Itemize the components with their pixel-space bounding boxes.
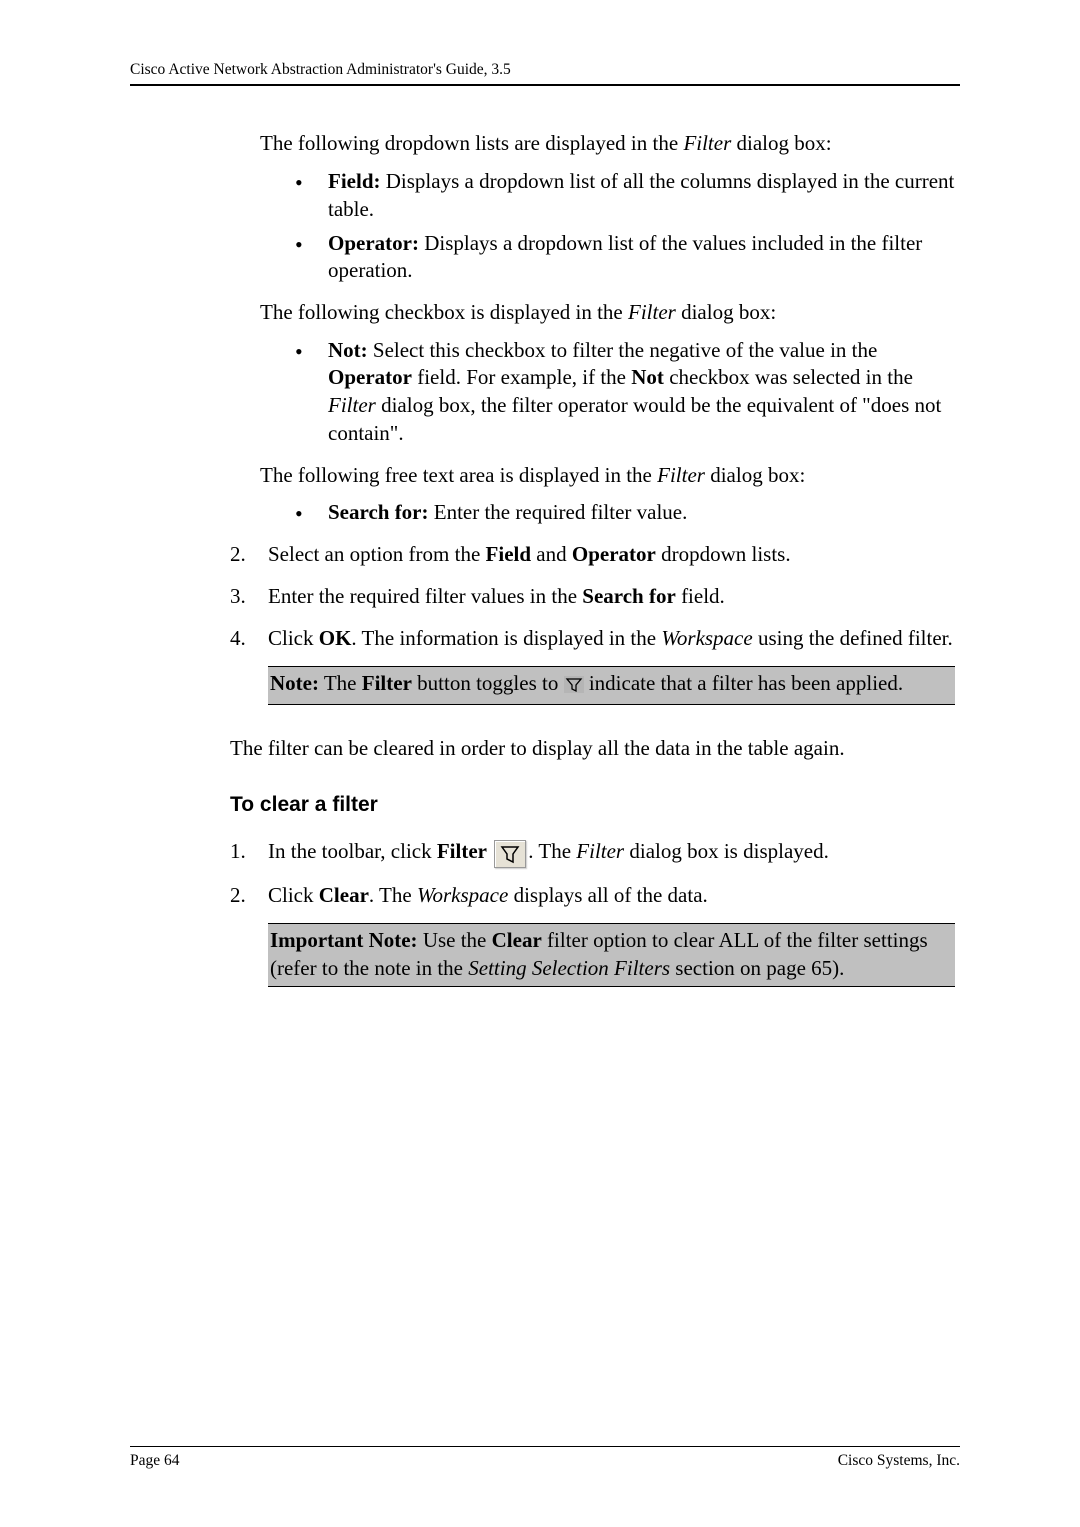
note-filter-applied: Note: The Filter button toggles to indic… [268,666,955,705]
footer-page-number: Page 64 [130,1451,180,1471]
step-3: 3. Enter the required filter values in t… [230,583,955,611]
clear-step-1: 1. In the toolbar, click Filter . The Fi… [230,838,955,867]
step-2: 2. Select an option from the Field and O… [230,541,955,569]
filter-toolbar-icon [494,840,526,868]
intro-paragraph-1: The following dropdown lists are display… [260,130,955,158]
bullet-search-for: Search for: Enter the required filter va… [290,499,955,527]
page-footer: Page 64 Cisco Systems, Inc. [130,1446,960,1471]
step-4: 4. Click OK. The information is displaye… [230,625,955,653]
dropdown-list-bullets: Field: Displays a dropdown list of all t… [290,168,955,285]
bullet-not: Not: Select this checkbox to filter the … [290,337,955,448]
filter-active-icon [564,673,584,701]
intro-paragraph-3: The following free text area is displaye… [260,462,955,490]
steps-list: 2. Select an option from the Field and O… [230,541,955,652]
clear-steps-list: 1. In the toolbar, click Filter . The Fi… [230,838,955,909]
footer-company: Cisco Systems, Inc. [838,1451,960,1471]
page-content: The following dropdown lists are display… [230,130,955,986]
page-header: Cisco Active Network Abstraction Adminis… [130,60,960,86]
bullet-field: Field: Displays a dropdown list of all t… [290,168,955,223]
text-area-bullets: Search for: Enter the required filter va… [290,499,955,527]
note-important: Important Note: Use the Clear filter opt… [268,923,955,986]
header-title: Cisco Active Network Abstraction Adminis… [130,61,511,78]
clear-step-2: 2. Click Clear. The Workspace displays a… [230,882,955,910]
clear-filter-intro: The filter can be cleared in order to di… [230,735,955,763]
heading-clear-filter: To clear a filter [230,791,955,819]
bullet-operator: Operator: Displays a dropdown list of th… [290,230,955,285]
checkbox-bullets: Not: Select this checkbox to filter the … [290,337,955,448]
intro-paragraph-2: The following checkbox is displayed in t… [260,299,955,327]
step1-continued: The following dropdown lists are display… [260,130,955,527]
